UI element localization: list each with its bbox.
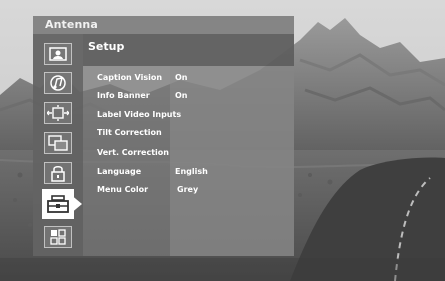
setting-label: Vert. Correction	[97, 148, 169, 157]
sidebar-item-grid[interactable]	[44, 226, 72, 248]
setting-label: Label Video Inputs	[97, 110, 182, 119]
grid-icon	[50, 229, 66, 245]
setting-value: Grey	[177, 185, 199, 194]
setting-label: Info Banner	[97, 91, 150, 100]
section-heading: Setup	[88, 40, 125, 53]
setting-label: Menu Color	[97, 185, 149, 194]
osd-window-title: Antenna	[45, 18, 98, 31]
setting-value: On	[175, 91, 188, 100]
setting-label: Language	[97, 167, 142, 176]
setting-row-info-banner[interactable]: Info Banner On	[0, 91, 445, 107]
setting-value: On	[175, 73, 188, 82]
setting-row-label-video-inputs[interactable]: Label Video Inputs	[0, 110, 445, 126]
setting-row-language[interactable]: Language English	[0, 167, 445, 183]
setting-row-caption-vision[interactable]: Caption Vision On	[0, 73, 445, 89]
setting-value: English	[175, 167, 208, 176]
setting-label: Caption Vision	[97, 73, 163, 82]
setting-label: Tilt Correction	[97, 128, 162, 137]
picture-icon	[49, 47, 67, 61]
sidebar-item-picture[interactable]	[44, 43, 72, 65]
setting-row-tilt-correction[interactable]: Tilt Correction	[0, 128, 445, 144]
setting-row-menu-color[interactable]: Menu Color Grey	[0, 185, 445, 201]
setting-row-vert-correction[interactable]: Vert. Correction	[0, 148, 445, 164]
